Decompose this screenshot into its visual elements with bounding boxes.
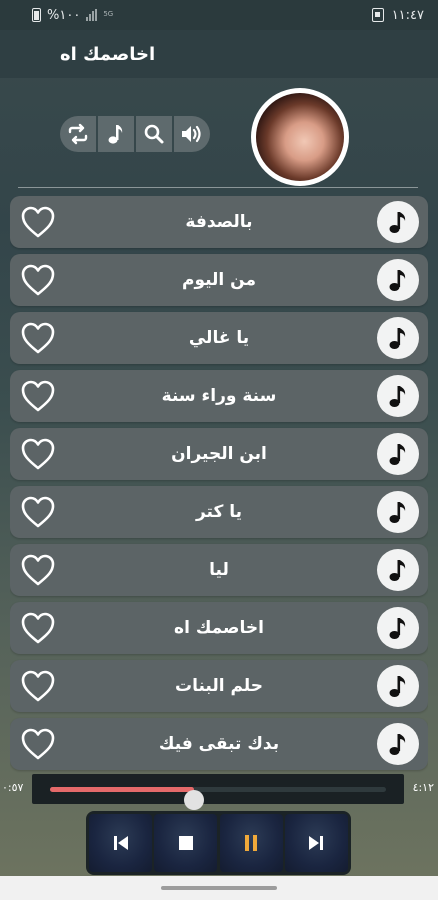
playback-controls [86,811,351,875]
favorite-heart-icon[interactable] [20,611,56,645]
music-note-icon [389,212,406,233]
play-song-button[interactable] [377,259,419,301]
song-list[interactable]: بالصدفة من اليوم يا غالي سنة وراء سنة ابن ال… [10,196,428,774]
status-left: %١٠٠ 5G [32,8,113,23]
volume-icon [182,125,201,143]
song-item[interactable]: من اليوم [10,254,428,306]
song-item[interactable]: حلم البنات [10,660,428,712]
previous-button[interactable] [89,814,152,872]
song-title: من اليوم [181,270,256,290]
music-note-icon [389,618,406,639]
music-note-icon [389,560,406,581]
song-title: اخاصمك اه [174,618,264,638]
music-note-icon [389,676,406,697]
app-bar: اخاصمك اه [0,30,438,78]
search-button[interactable] [136,116,172,152]
battery-icon [32,8,41,22]
music-note-icon [389,444,406,465]
next-button[interactable] [284,814,348,872]
song-item[interactable]: سنة وراء سنة [10,370,428,422]
toolbar [60,116,210,152]
song-title: يا غالي [188,328,250,348]
song-item[interactable]: يا كتر [10,486,428,538]
favorite-heart-icon[interactable] [20,727,56,761]
play-song-button[interactable] [377,491,419,533]
pause-icon [245,835,258,851]
favorite-heart-icon[interactable] [20,553,56,587]
seek-progress [50,787,195,792]
song-title: سنة وراء سنة [161,386,277,406]
artist-avatar [251,88,349,186]
song-title: بدك تبقى فيك [158,734,280,754]
system-nav-bar [0,876,438,900]
page-title: اخاصمك اه [60,43,156,65]
status-bar: %١٠٠ 5G ١١:٤٧ [0,0,438,30]
favorite-heart-icon[interactable] [20,437,56,471]
signal-icon [86,9,98,21]
music-note-icon [389,270,406,291]
seek-thumb[interactable] [184,790,205,810]
elapsed-time: ٠:٥٧ [2,781,24,794]
repeat-icon [68,123,88,145]
favorite-heart-icon[interactable] [20,321,56,355]
clock: ١١:٤٧ [391,7,424,23]
status-right: ١١:٤٧ [371,7,424,23]
play-song-button[interactable] [377,607,419,649]
song-title: يا كتر [195,502,243,522]
play-song-button[interactable] [377,375,419,417]
divider [18,187,418,188]
favorite-heart-icon[interactable] [20,263,56,297]
song-item[interactable]: يا غالي [10,312,428,364]
play-song-button[interactable] [377,201,419,243]
play-song-button[interactable] [377,549,419,591]
repeat-button[interactable] [60,116,96,152]
pause-button[interactable] [219,814,283,872]
music-note-icon [389,386,406,407]
volume-button[interactable] [174,116,210,152]
music-note-icon [389,502,406,523]
play-song-button[interactable] [377,665,419,707]
seek-track[interactable] [50,787,386,810]
duration-time: ٤:١٢ [412,781,434,794]
music-button[interactable] [98,116,134,152]
song-title: ابن الجيران [171,444,267,464]
favorite-heart-icon[interactable] [20,379,56,413]
next-icon [309,836,324,850]
seek-bar[interactable] [32,774,404,810]
song-item[interactable]: بالصدفة [10,196,428,248]
notification-icon [371,8,384,22]
song-title: بالصدفة [185,212,253,232]
artist-photo [256,93,344,181]
song-title: حلم البنات [175,676,263,696]
battery-level: %١٠٠ [47,7,81,23]
header-area [0,78,438,190]
favorite-heart-icon[interactable] [20,495,56,529]
song-item[interactable]: اخاصمك اه [10,602,428,654]
play-song-button[interactable] [377,723,419,765]
stop-button[interactable] [154,814,218,872]
music-note-icon [108,125,123,144]
music-note-icon [389,328,406,349]
song-item[interactable]: ليا [10,544,428,596]
song-item[interactable]: ابن الجيران [10,428,428,480]
previous-icon [113,836,128,850]
play-song-button[interactable] [377,433,419,475]
home-gesture-pill[interactable] [161,886,277,890]
song-title: ليا [209,560,229,580]
music-note-icon [389,734,406,755]
search-icon [144,124,164,144]
favorite-heart-icon[interactable] [20,669,56,703]
song-item[interactable]: بدك تبقى فيك [10,718,428,770]
network-type: 5G [103,9,114,18]
favorite-heart-icon[interactable] [20,205,56,239]
play-song-button[interactable] [377,317,419,359]
stop-icon [178,836,193,850]
